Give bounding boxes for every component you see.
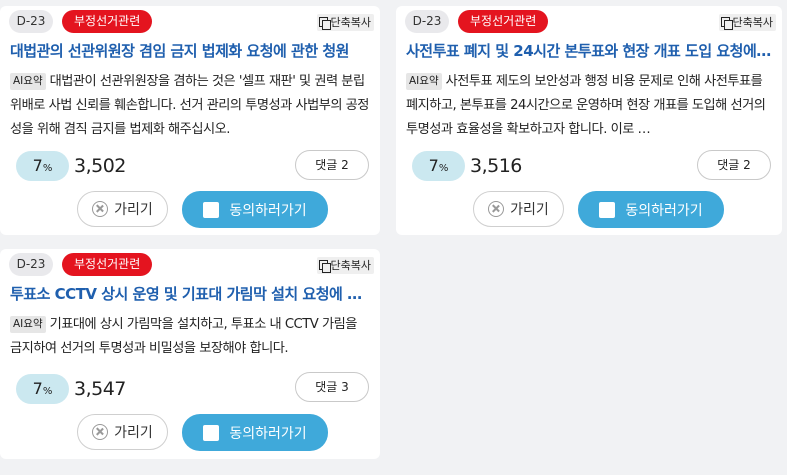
close-circle-icon [92, 424, 109, 440]
hide-button[interactable]: 가리기 [77, 414, 168, 450]
ai-summary: AI요약 사전투표 제도의 보안성과 행정 비용 문제로 인해 사전투표를 폐지하… [406, 70, 772, 142]
checkbox-icon [599, 201, 616, 218]
summary-text: 기표대에 상시 가림막을 설치하고, 투표소 내 CCTV 가림을 금지하여 선… [10, 317, 357, 356]
category-badge: 부정선거관련 [62, 253, 153, 276]
hide-label: 가리기 [510, 202, 549, 218]
copy-icon [318, 260, 331, 273]
dday-badge: D-23 [9, 253, 53, 276]
percent-pill: 7% [412, 151, 465, 181]
copy-link-button[interactable]: 단축복사 [718, 14, 776, 31]
hide-button[interactable]: 가리기 [473, 191, 564, 227]
hide-label: 가리기 [114, 425, 153, 441]
copy-icon [318, 17, 331, 30]
agree-count: 3,516 [470, 155, 522, 177]
comment-button[interactable]: 댓글 2 [697, 150, 771, 180]
agree-count: 3,547 [74, 378, 126, 400]
close-circle-icon [488, 201, 505, 217]
petition-card: D-23 부정선거관련 단축복사 대법관의 선관위원장 겸임 금지 법제화 요청… [0, 6, 380, 235]
agree-button[interactable]: 동의하러가기 [182, 414, 328, 451]
petition-title[interactable]: 사전투표 폐지 및 24시간 본투표와 현장 개표 도입 요청에 관한 청원 [406, 40, 772, 61]
agree-button[interactable]: 동의하러가기 [182, 191, 328, 228]
checkbox-icon [203, 424, 220, 441]
copy-icon [720, 17, 733, 30]
agree-button[interactable]: 동의하러가기 [578, 191, 724, 228]
copy-link-button[interactable]: 단축복사 [316, 14, 374, 31]
petition-title[interactable]: 대법관의 선관위원장 겸임 금지 법제화 요청에 관한 청원 [10, 40, 370, 61]
ai-summary: AI요약 대법관이 선관위원장을 겸하는 것은 '셀프 재판' 및 권력 분립 위… [10, 70, 370, 142]
percent-unit: % [42, 386, 53, 397]
hide-label: 가리기 [114, 202, 153, 218]
percent-unit: % [438, 163, 449, 174]
ai-summary-tag: AI요약 [10, 316, 46, 333]
summary-text: 사전투표 제도의 보안성과 행정 비용 문제로 인해 사전투표를 폐지하고, 본… [406, 74, 766, 137]
agree-label: 동의하러가기 [229, 425, 307, 442]
petition-title[interactable]: 투표소 CCTV 상시 운영 및 기표대 가림막 설치 요청에 관한 청원 [10, 283, 370, 304]
dday-badge: D-23 [405, 10, 449, 33]
hide-button[interactable]: 가리기 [77, 191, 168, 227]
copy-link-button[interactable]: 단축복사 [316, 257, 374, 274]
petition-card: D-23 부정선거관련 단축복사 투표소 CCTV 상시 운영 및 기표대 가림… [0, 249, 380, 459]
agree-label: 동의하러가기 [625, 202, 703, 219]
summary-text: 대법관이 선관위원장을 겸하는 것은 '셀프 재판' 및 권력 분립 위배로 사… [10, 74, 369, 137]
category-badge: 부정선거관련 [62, 10, 153, 33]
petition-card: D-23 부정선거관련 단축복사 사전투표 폐지 및 24시간 본투표와 현장 … [396, 6, 782, 235]
comment-button[interactable]: 댓글 3 [295, 372, 369, 402]
comment-button[interactable]: 댓글 2 [295, 150, 369, 180]
percent-value: 7 [428, 156, 439, 175]
percent-unit: % [42, 163, 53, 174]
agree-count: 3,502 [74, 155, 126, 177]
percent-pill: 7% [16, 374, 69, 404]
agree-label: 동의하러가기 [229, 202, 307, 219]
checkbox-icon [203, 201, 220, 218]
dday-badge: D-23 [9, 10, 53, 33]
close-circle-icon [92, 201, 109, 217]
percent-pill: 7% [16, 151, 69, 181]
ai-summary-tag: AI요약 [406, 73, 442, 90]
percent-value: 7 [32, 156, 43, 175]
ai-summary: AI요약 기표대에 상시 가림막을 설치하고, 투표소 내 CCTV 가림을 금지… [10, 313, 370, 361]
ai-summary-tag: AI요약 [10, 73, 46, 90]
copy-label: 단축복사 [732, 16, 773, 29]
percent-value: 7 [32, 379, 43, 398]
copy-label: 단축복사 [330, 259, 371, 272]
copy-label: 단축복사 [330, 16, 371, 29]
category-badge: 부정선거관련 [458, 10, 549, 33]
